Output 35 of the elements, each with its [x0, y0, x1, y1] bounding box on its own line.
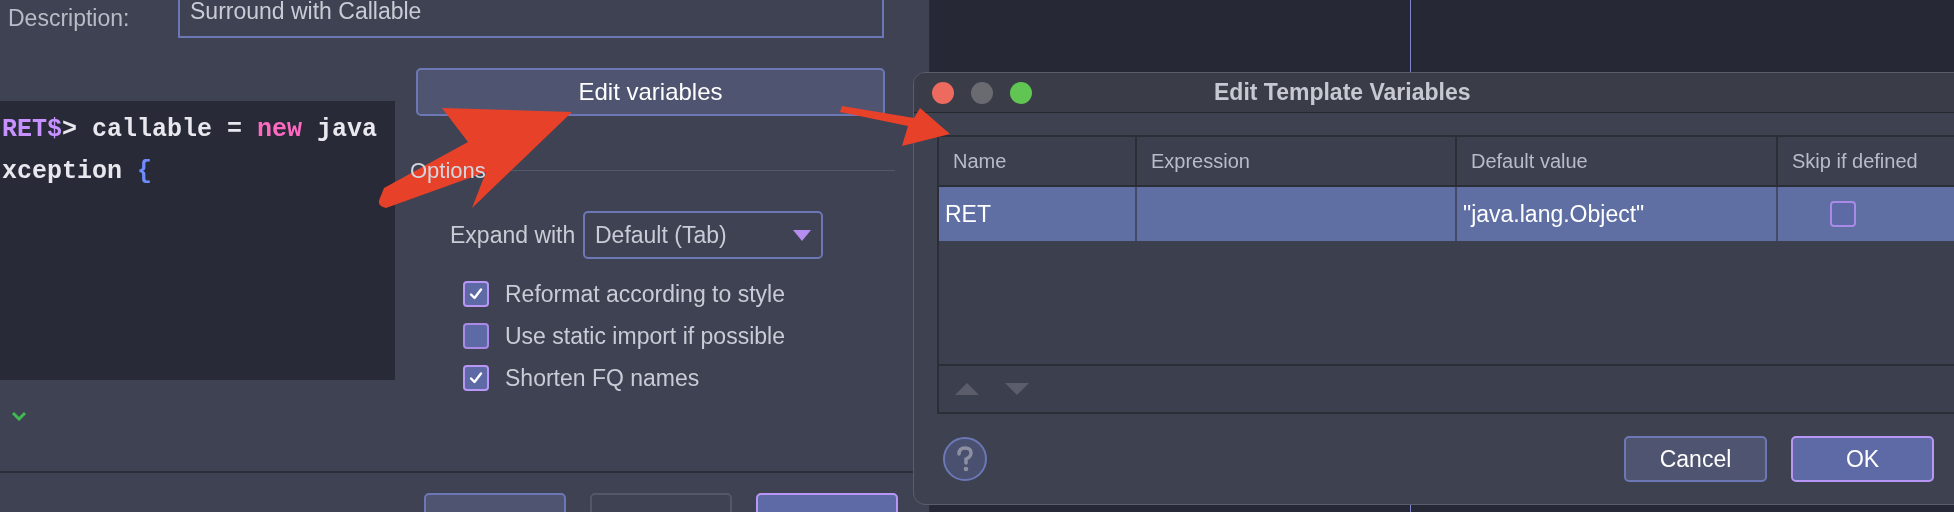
option-label: Reformat according to style: [505, 279, 785, 309]
checkbox[interactable]: [463, 365, 489, 391]
column-header[interactable]: Default value: [1455, 137, 1776, 185]
table-cell: "java.lang.Object": [1455, 187, 1776, 241]
edit-variables-button[interactable]: Edit variables: [416, 68, 885, 116]
move-up-icon[interactable]: [955, 383, 979, 395]
cancel-button[interactable]: Cancel: [1624, 436, 1767, 482]
close-window-icon[interactable]: [932, 81, 954, 104]
expand-with-dropdown[interactable]: Default (Tab): [583, 211, 823, 259]
option-label: Use static import if possible: [505, 321, 785, 351]
column-header[interactable]: Name: [939, 137, 1135, 185]
chevron-down-icon: [11, 411, 27, 421]
check-icon: [468, 370, 484, 386]
code-editor[interactable]: RET$> callable = new java xception {: [0, 101, 395, 380]
column-header[interactable]: Skip if defined: [1776, 137, 1954, 185]
table-cell-text: RET: [944, 199, 992, 229]
ok-button[interactable]: OK: [1791, 436, 1934, 482]
move-down-icon[interactable]: [1005, 383, 1029, 395]
checkbox[interactable]: [463, 281, 489, 307]
zoom-window-icon[interactable]: [1010, 81, 1032, 104]
code-line: xception {: [1, 156, 154, 188]
table-row[interactable]: RET "java.lang.Object": [939, 187, 1954, 241]
description-field[interactable]: Surround with Callable: [178, 0, 884, 38]
dropdown-caret-icon: [793, 229, 811, 241]
expand-with-label: Expand with: [450, 220, 577, 250]
minimize-window-icon[interactable]: [971, 81, 993, 104]
option-label: Shorten FQ names: [505, 363, 700, 393]
check-icon: [468, 286, 484, 302]
help-icon[interactable]: [942, 436, 988, 482]
checkbox[interactable]: [1830, 201, 1856, 227]
checkbox[interactable]: [463, 323, 489, 349]
window-title: Edit Template Variables: [1214, 78, 1471, 108]
code-line: RET$> callable = new java: [1, 114, 379, 146]
description-label: Description:: [8, 3, 131, 33]
column-header[interactable]: Expression: [1135, 137, 1455, 185]
